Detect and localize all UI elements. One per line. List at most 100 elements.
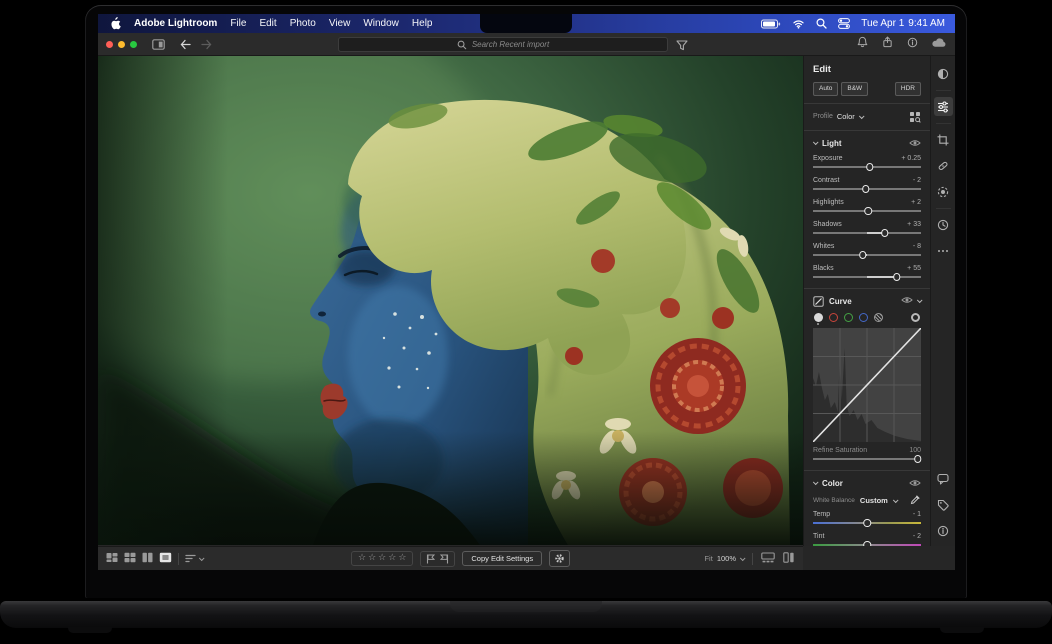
exposure-slider[interactable]: Exposure+ 0.25: [813, 154, 921, 172]
temp-slider[interactable]: Temp- 1: [813, 510, 921, 528]
notifications-bell-icon[interactable]: [857, 35, 868, 53]
edit-sliders-icon[interactable]: [934, 97, 953, 116]
star-icon[interactable]: ☆: [368, 553, 376, 564]
copy-edit-settings-button[interactable]: Copy Edit Settings: [462, 551, 542, 567]
slider-knob[interactable]: [866, 163, 874, 171]
grid-view-icon[interactable]: [124, 550, 136, 568]
slider-track[interactable]: [813, 251, 921, 260]
healing-brush-icon[interactable]: [934, 156, 953, 175]
light-section-header[interactable]: Light: [813, 137, 921, 150]
profile-value[interactable]: Color: [837, 112, 855, 121]
highlights-slider[interactable]: Highlights+ 2: [813, 198, 921, 216]
slider-track[interactable]: [813, 273, 921, 282]
settings-gear-icon[interactable]: [549, 550, 570, 567]
menu-help[interactable]: Help: [412, 18, 433, 29]
sync-status-icon[interactable]: [907, 35, 918, 53]
slider-knob[interactable]: [914, 455, 922, 463]
mosaic-view-icon[interactable]: [106, 550, 118, 568]
menubar-app-name[interactable]: Adobe Lightroom: [134, 18, 217, 29]
filter-icon[interactable]: [676, 38, 688, 56]
more-options-icon[interactable]: [934, 241, 953, 260]
star-icon[interactable]: ☆: [388, 553, 396, 564]
curve-channel-rgb[interactable]: [814, 313, 823, 322]
tone-curve-editor[interactable]: [813, 328, 921, 442]
slider-knob[interactable]: [881, 229, 889, 237]
before-after-icon[interactable]: [783, 550, 795, 568]
control-center-icon[interactable]: [838, 18, 850, 29]
contrast-slider[interactable]: Contrast- 2: [813, 176, 921, 194]
slider-track[interactable]: [813, 163, 921, 172]
menu-photo[interactable]: Photo: [290, 18, 316, 29]
back-arrow-icon[interactable]: [179, 39, 192, 50]
slider-track[interactable]: [813, 207, 921, 216]
shadows-slider[interactable]: Shadows+ 33: [813, 220, 921, 238]
star-icon[interactable]: ☆: [398, 553, 406, 564]
filmstrip-toggle-icon[interactable]: [761, 550, 775, 568]
compare-view-icon[interactable]: [142, 550, 153, 568]
browse-profiles-icon[interactable]: [909, 111, 921, 123]
auto-button[interactable]: Auto: [813, 82, 838, 96]
curve-channel-all[interactable]: [874, 313, 883, 322]
slider-knob[interactable]: [862, 185, 870, 193]
chevron-down-icon[interactable]: [859, 113, 865, 119]
slider-knob[interactable]: [859, 251, 867, 259]
forward-arrow-icon[interactable]: [200, 39, 213, 50]
menu-window[interactable]: Window: [363, 18, 399, 29]
slider-knob[interactable]: [863, 519, 871, 527]
slider-knob[interactable]: [864, 207, 872, 215]
sort-icon[interactable]: [185, 554, 203, 563]
curve-channel-blue[interactable]: [859, 313, 868, 322]
zoom-control[interactable]: Fit 100%: [704, 554, 744, 563]
versions-history-icon[interactable]: [934, 215, 953, 234]
tint-slider[interactable]: Tint- 2: [813, 532, 921, 547]
curve-visibility-eye-icon[interactable]: [901, 296, 913, 306]
apple-logo-icon[interactable]: [110, 17, 121, 30]
cloud-icon[interactable]: [932, 35, 947, 53]
curve-channel-green[interactable]: [844, 313, 853, 322]
star-icon[interactable]: ☆: [378, 553, 386, 564]
minimize-window-button[interactable]: [118, 41, 125, 48]
color-section-header[interactable]: Color: [813, 477, 921, 490]
curve-targeted-adjust-icon[interactable]: [911, 313, 920, 322]
chevron-down-icon[interactable]: [893, 497, 899, 503]
refine-saturation-slider[interactable]: [813, 455, 921, 464]
white-balance-value[interactable]: Custom: [860, 496, 888, 505]
curve-channel-red[interactable]: [829, 313, 838, 322]
keywords-tag-icon[interactable]: [934, 495, 953, 514]
wifi-icon[interactable]: [792, 19, 805, 29]
slider-knob[interactable]: [893, 273, 901, 281]
spotlight-search-icon[interactable]: [816, 18, 827, 29]
whites-slider[interactable]: Whites- 8: [813, 242, 921, 260]
chevron-down-icon[interactable]: [917, 297, 923, 303]
info-icon[interactable]: [934, 521, 953, 540]
photo-canvas[interactable]: [98, 56, 803, 545]
reject-flag-icon[interactable]: [440, 554, 449, 564]
search-input[interactable]: Search Recent import: [338, 37, 668, 52]
comments-icon[interactable]: [934, 469, 953, 488]
star-rating[interactable]: ☆☆☆☆☆: [351, 551, 413, 566]
blacks-slider[interactable]: Blacks+ 55: [813, 264, 921, 282]
close-window-button[interactable]: [106, 41, 113, 48]
zoom-window-button[interactable]: [130, 41, 137, 48]
light-visibility-eye-icon[interactable]: [909, 139, 921, 147]
menubar-clock[interactable]: Tue Apr 1 9:41 AM: [861, 18, 945, 29]
battery-icon[interactable]: [761, 19, 781, 29]
curve-section-header[interactable]: Curve: [813, 295, 921, 308]
slider-track[interactable]: [813, 519, 921, 528]
slider-track[interactable]: [813, 229, 921, 238]
eyedropper-icon[interactable]: [910, 494, 921, 507]
slider-knob[interactable]: [863, 541, 871, 546]
share-icon[interactable]: [882, 35, 893, 53]
bw-button[interactable]: B&W: [841, 82, 868, 96]
menu-file[interactable]: File: [230, 18, 246, 29]
pick-flag-icon[interactable]: [426, 554, 435, 564]
slider-track[interactable]: [813, 185, 921, 194]
hdr-button[interactable]: HDR: [895, 82, 921, 96]
slider-track[interactable]: [813, 541, 921, 547]
color-visibility-eye-icon[interactable]: [909, 479, 921, 487]
crop-icon[interactable]: [934, 130, 953, 149]
detail-view-icon[interactable]: [159, 550, 172, 568]
masking-icon[interactable]: [934, 182, 953, 201]
star-icon[interactable]: ☆: [358, 553, 366, 564]
menu-view[interactable]: View: [329, 18, 351, 29]
